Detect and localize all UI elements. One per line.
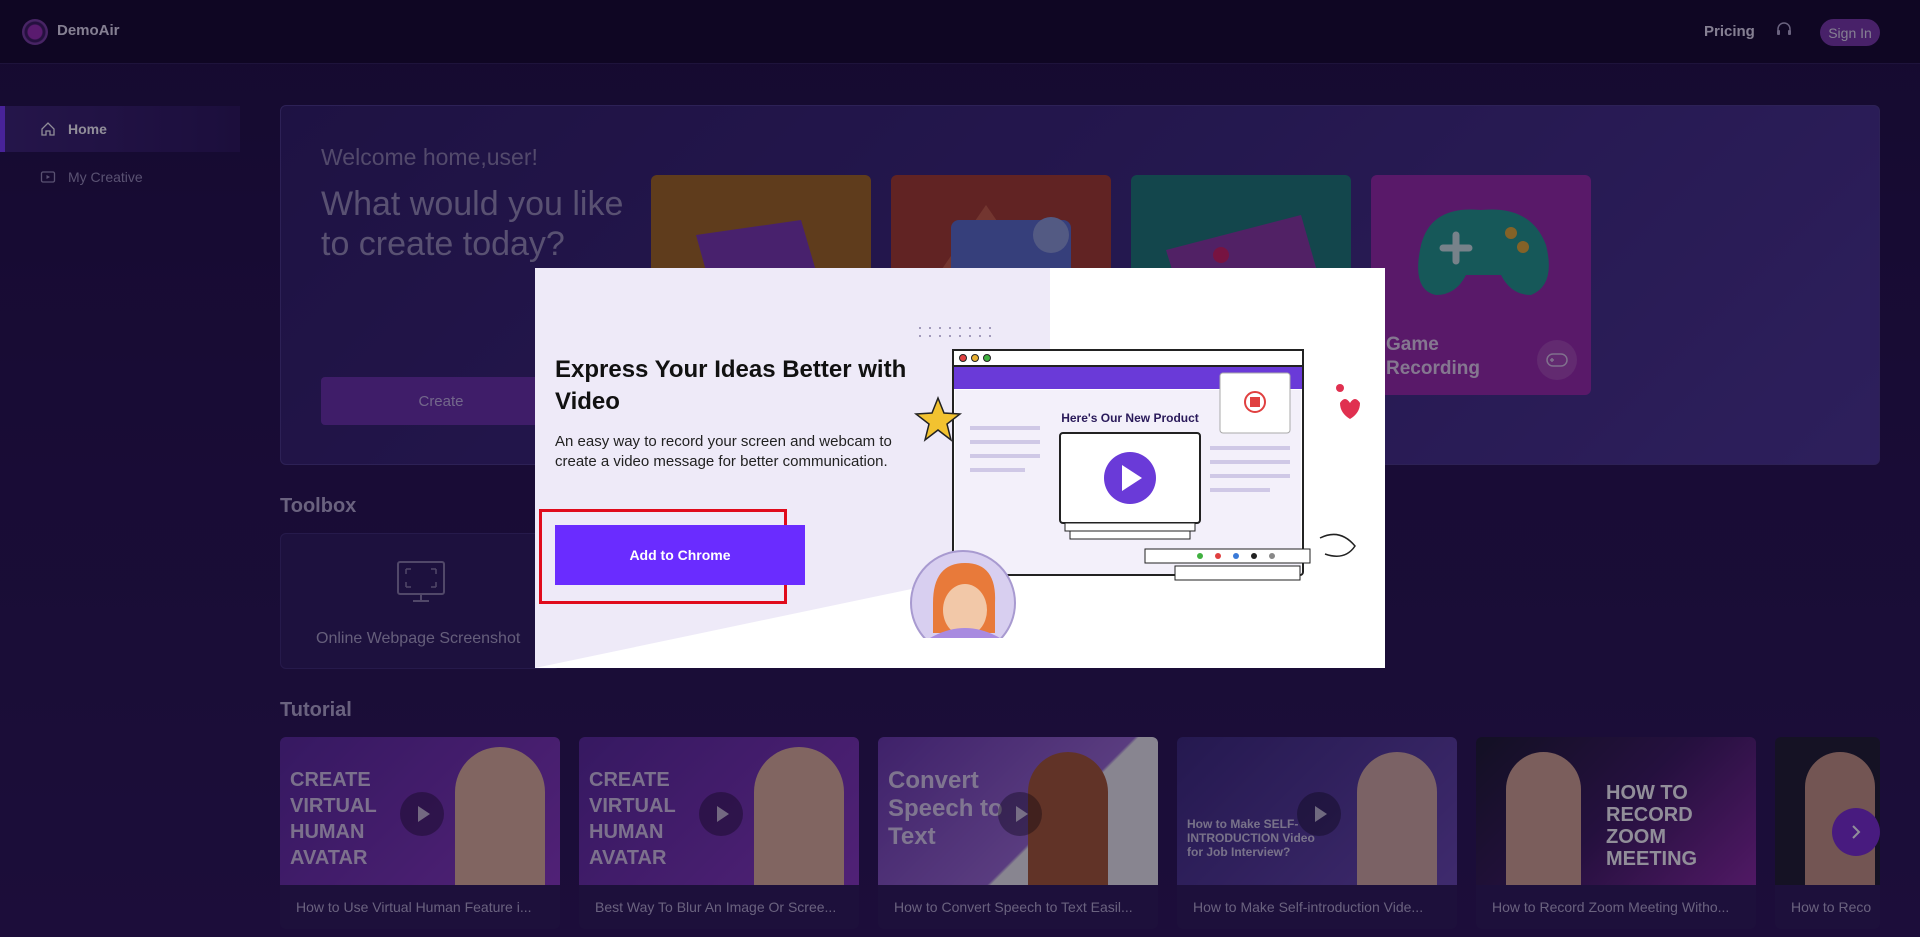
product-illustration: Here's Our New Product [910, 327, 1360, 638]
modal-description: An easy way to record your screen and we… [555, 433, 892, 470]
extension-promo-modal: Express Your Ideas Better with Video An … [535, 268, 1385, 668]
add-to-chrome-button[interactable]: Add to Chrome [555, 525, 805, 585]
illustration-heading: Here's Our New Product [1061, 411, 1199, 425]
modal-title: Express Your Ideas Better with Video [555, 356, 907, 415]
